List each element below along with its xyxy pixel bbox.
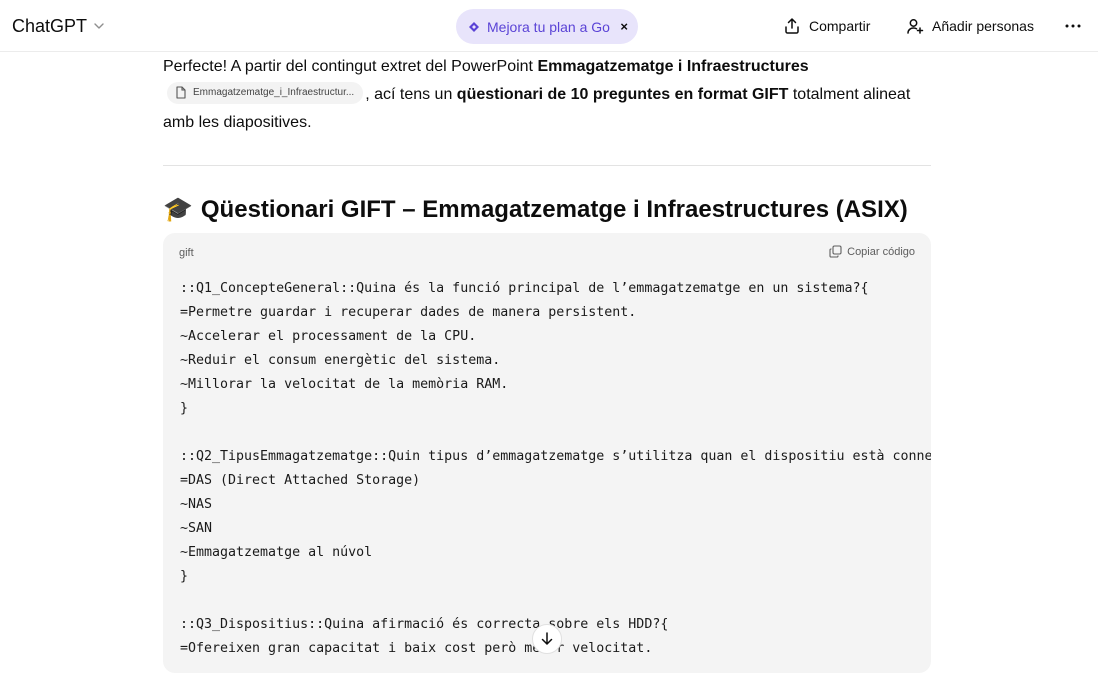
code-line: ~Accelerar el processament de la CPU. [180, 329, 477, 344]
code-line: ~SAN [180, 521, 213, 536]
intro-text: Perfecte! A partir del contingut extret … [163, 58, 538, 75]
copy-icon [829, 245, 842, 258]
more-options-button[interactable] [1064, 14, 1082, 38]
top-bar: ChatGPT Mejora tu plan a Go × Compartir … [0, 0, 1098, 52]
arrow-down-icon [541, 632, 553, 645]
intro-bold-2: qüestionari de 10 preguntes en format GI… [456, 86, 789, 103]
assistant-message: Perfecte! A partir del contingut extret … [163, 52, 931, 673]
graduation-cap-icon: 🎓 [163, 196, 193, 223]
heading-text: Qüestionari GIFT – Emmagatzematge i Infr… [200, 196, 908, 223]
divider [163, 165, 931, 166]
close-icon[interactable]: × [620, 19, 628, 34]
section-heading: 🎓 Qüestionari GIFT – Emmagatzematge i In… [163, 194, 931, 226]
code-language: gift [179, 247, 194, 259]
code-line: } [180, 401, 189, 416]
file-attachment-chip[interactable]: Emmagatzematge_i_Infraestructur... [167, 81, 364, 104]
model-selector[interactable]: ChatGPT [12, 14, 105, 38]
upgrade-plan-banner[interactable]: Mejora tu plan a Go × [456, 9, 638, 44]
code-line: } [180, 569, 189, 584]
scroll-to-bottom-button[interactable] [532, 624, 562, 654]
code-line: ~Emmagatzematge al núvol [180, 545, 373, 560]
file-icon [176, 86, 186, 99]
code-line: ::Q2_TipusEmmagatzematge::Quin tipus d’e… [180, 449, 931, 464]
share-label: Compartir [809, 18, 871, 34]
code-content: ::Q1_ConcepteGeneral::Quina és la funció… [163, 271, 931, 661]
upgrade-label: Mejora tu plan a Go [487, 18, 610, 35]
code-block-header: gift Copiar código [163, 233, 931, 271]
intro-paragraph: Perfecte! A partir del contingut extret … [163, 53, 931, 137]
chevron-down-icon [94, 23, 104, 29]
brand-name: ChatGPT [12, 15, 88, 36]
intro-bold-title: Emmagatzematge i Infraestructures [537, 58, 809, 75]
copy-code-label: Copiar código [847, 245, 915, 258]
code-block: gift Copiar código ::Q1_ConcepteGeneral:… [163, 233, 931, 673]
add-person-icon [907, 19, 924, 34]
share-icon [785, 18, 799, 34]
copy-code-button[interactable]: Copiar código [829, 245, 915, 258]
diamond-icon [469, 21, 479, 32]
code-line: =Permetre guardar i recuperar dades de m… [180, 305, 637, 320]
add-people-button[interactable]: Añadir personas [906, 14, 1034, 38]
file-chip-label: Emmagatzematge_i_Infraestructur... [193, 86, 355, 98]
add-people-label: Añadir personas [932, 18, 1034, 34]
intro-text-2: , ací tens un [365, 86, 457, 103]
code-line: ::Q1_ConcepteGeneral::Quina és la funció… [180, 281, 869, 296]
share-button[interactable]: Compartir [783, 14, 870, 38]
code-line: ~Millorar la velocitat de la memòria RAM… [180, 377, 509, 392]
more-icon [1065, 24, 1081, 28]
code-line: ~NAS [180, 497, 213, 512]
code-line: ~Reduir el consum energètic del sistema. [180, 353, 501, 368]
code-line: =DAS (Direct Attached Storage) [180, 473, 421, 488]
